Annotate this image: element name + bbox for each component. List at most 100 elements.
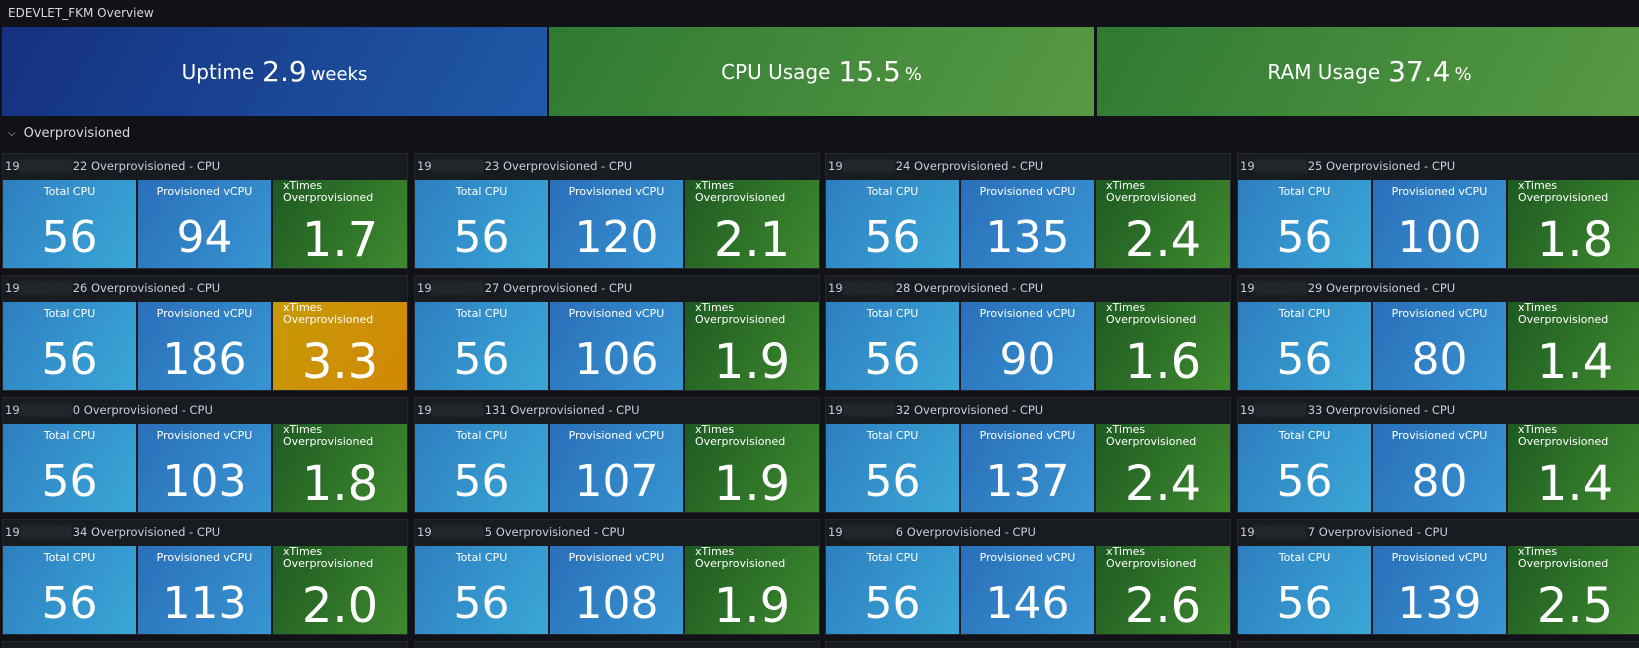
provisioned-vcpu-label: Provisioned vCPU	[979, 429, 1076, 442]
panel-title[interactable]: 19░░░░░░131 Overprovisioned - CPU	[417, 403, 640, 417]
xtimes-overprovisioned-stat[interactable]: xTimes Overprovisioned 2.4	[1096, 424, 1230, 512]
cpu-panel[interactable]: 19░░░░░░25 Overprovisioned - CPU Total C…	[1237, 153, 1639, 269]
total-cpu-stat[interactable]: Total CPU 56	[3, 546, 136, 634]
total-cpu-label: Total CPU	[1278, 551, 1331, 564]
cpu-panel[interactable]: 19░░░░░░131 Overprovisioned - CPU Total …	[414, 397, 820, 513]
cpu-panel[interactable]: 19░░░░░░24 Overprovisioned - CPU Total C…	[825, 153, 1231, 269]
provisioned-vcpu-stat[interactable]: Provisioned vCPU 135	[961, 180, 1094, 268]
provisioned-vcpu-stat[interactable]: Provisioned vCPU 113	[138, 546, 271, 634]
panel-title[interactable]: 19░░░░░░29 Overprovisioned - CPU	[1240, 281, 1455, 295]
uptime-label: Uptime	[181, 59, 255, 84]
provisioned-vcpu-stat[interactable]: Provisioned vCPU 108	[550, 546, 683, 634]
cpu-panel[interactable]: 19░░░░░░6 Overprovisioned - CPU Total CP…	[825, 519, 1231, 635]
xtimes-overprovisioned-stat[interactable]: xTimes Overprovisioned 2.6	[1096, 546, 1230, 634]
xtimes-overprovisioned-stat[interactable]: xTimes Overprovisioned 1.6	[1096, 302, 1230, 390]
provisioned-vcpu-stat[interactable]: Provisioned vCPU 80	[1373, 302, 1506, 390]
provisioned-vcpu-stat[interactable]: Provisioned vCPU 80	[1373, 424, 1506, 512]
cpu-panel[interactable]: 19░░░░░░28 Overprovisioned - CPU Total C…	[825, 275, 1231, 391]
redacted-text: ░░░░░░	[842, 525, 896, 539]
total-cpu-stat[interactable]: Total CPU 56	[1238, 180, 1371, 268]
panel-title[interactable]: 19░░░░░░5 Overprovisioned - CPU	[417, 525, 625, 539]
total-cpu-stat[interactable]: Total CPU 56	[3, 302, 136, 390]
xtimes-overprovisioned-stat[interactable]: xTimes Overprovisioned 1.4	[1508, 302, 1639, 390]
panel-title[interactable]: 19░░░░░░26 Overprovisioned - CPU	[5, 281, 220, 295]
cpu-panel[interactable]: 19░░░░░░33 Overprovisioned - CPU Total C…	[1237, 397, 1639, 513]
cpu-panel[interactable]: 19░░░░░░7 Overprovisioned - CPU Total CP…	[1237, 519, 1639, 635]
cpu-panel[interactable]: 19░░░░░░23 Overprovisioned - CPU Total C…	[414, 153, 820, 269]
total-cpu-stat[interactable]: Total CPU 56	[1238, 424, 1371, 512]
provisioned-vcpu-stat[interactable]: Provisioned vCPU 137	[961, 424, 1094, 512]
xtimes-overprovisioned-stat[interactable]: xTimes Overprovisioned 3.3	[273, 302, 407, 390]
total-cpu-stat[interactable]: Total CPU 56	[415, 302, 548, 390]
provisioned-vcpu-stat[interactable]: Provisioned vCPU 103	[138, 424, 271, 512]
panel-title-suffix: 33 Overprovisioned - CPU	[1307, 403, 1456, 417]
panel-title[interactable]: 19░░░░░░24 Overprovisioned - CPU	[828, 159, 1043, 173]
uptime-stat[interactable]: Uptime 2.9 weeks	[2, 27, 547, 116]
panel-title[interactable]: 19░░░░░░0 Overprovisioned - CPU	[5, 403, 213, 417]
xtimes-overprovisioned-stat[interactable]: xTimes Overprovisioned 1.7	[273, 180, 407, 268]
provisioned-vcpu-stat[interactable]: Provisioned vCPU 146	[961, 546, 1094, 634]
provisioned-vcpu-stat[interactable]: Provisioned vCPU 106	[550, 302, 683, 390]
total-cpu-stat[interactable]: Total CPU 56	[415, 424, 548, 512]
xtimes-overprovisioned-stat[interactable]: xTimes Overprovisioned 1.9	[685, 424, 819, 512]
xtimes-overprovisioned-stat[interactable]: xTimes Overprovisioned 2.1	[685, 180, 819, 268]
xtimes-overprovisioned-stat[interactable]: xTimes Overprovisioned 2.4	[1096, 180, 1230, 268]
redacted-text: ░░░░░░	[1254, 281, 1308, 295]
total-cpu-stat[interactable]: Total CPU 56	[415, 546, 548, 634]
xtimes-label: xTimes Overprovisioned	[1106, 423, 1197, 448]
total-cpu-stat[interactable]: Total CPU 56	[3, 424, 136, 512]
cpu-panel[interactable]: 19░░░░░░27 Overprovisioned - CPU Total C…	[414, 275, 820, 391]
xtimes-overprovisioned-stat[interactable]: xTimes Overprovisioned 2.5	[1508, 546, 1639, 634]
provisioned-vcpu-stat[interactable]: Provisioned vCPU 186	[138, 302, 271, 390]
total-cpu-stat[interactable]: Total CPU 56	[1238, 302, 1371, 390]
xtimes-overprovisioned-stat[interactable]: xTimes Overprovisioned 1.8	[273, 424, 407, 512]
panel-title-prefix: 19	[1240, 525, 1255, 539]
xtimes-overprovisioned-stat[interactable]: xTimes Overprovisioned 1.9	[685, 546, 819, 634]
xtimes-value: 3.3	[301, 334, 379, 390]
provisioned-vcpu-stat[interactable]: Provisioned vCPU 94	[138, 180, 271, 268]
total-cpu-label: Total CPU	[866, 185, 919, 198]
xtimes-label: xTimes Overprovisioned	[695, 179, 786, 204]
row-overprovisioned[interactable]: ⌵ Overprovisioned	[8, 126, 130, 141]
cpu-panel[interactable]: 19░░░░░░0 Overprovisioned - CPU Total CP…	[2, 397, 408, 513]
cpu-panel[interactable]: 19░░░░░░26 Overprovisioned - CPU Total C…	[2, 275, 408, 391]
provisioned-vcpu-stat[interactable]: Provisioned vCPU 90	[961, 302, 1094, 390]
xtimes-label: xTimes Overprovisioned	[1518, 423, 1609, 448]
panel-title[interactable]: 19░░░░░░7 Overprovisioned - CPU	[1240, 525, 1448, 539]
provisioned-vcpu-stat[interactable]: Provisioned vCPU 107	[550, 424, 683, 512]
panel-title[interactable]: 19░░░░░░27 Overprovisioned - CPU	[417, 281, 632, 295]
panel-title-prefix: 19	[417, 281, 432, 295]
cpu-panel[interactable]: 19░░░░░░32 Overprovisioned - CPU Total C…	[825, 397, 1231, 513]
redacted-text: ░░░░░░	[431, 525, 485, 539]
xtimes-overprovisioned-stat[interactable]: xTimes Overprovisioned 1.8	[1508, 180, 1639, 268]
panel-title[interactable]: 19░░░░░░6 Overprovisioned - CPU	[828, 525, 1036, 539]
ram-usage-stat[interactable]: RAM Usage 37.4 %	[1097, 27, 1639, 116]
panel-title[interactable]: 19░░░░░░23 Overprovisioned - CPU	[417, 159, 632, 173]
panel-title[interactable]: 19░░░░░░28 Overprovisioned - CPU	[828, 281, 1043, 295]
provisioned-vcpu-stat[interactable]: Provisioned vCPU 100	[1373, 180, 1506, 268]
provisioned-vcpu-stat[interactable]: Provisioned vCPU 120	[550, 180, 683, 268]
total-cpu-stat[interactable]: Total CPU 56	[826, 302, 959, 390]
total-cpu-label: Total CPU	[1278, 185, 1331, 198]
cpu-panel[interactable]: 19░░░░░░29 Overprovisioned - CPU Total C…	[1237, 275, 1639, 391]
total-cpu-stat[interactable]: Total CPU 56	[826, 424, 959, 512]
total-cpu-stat[interactable]: Total CPU 56	[1238, 546, 1371, 634]
xtimes-overprovisioned-stat[interactable]: xTimes Overprovisioned 2.0	[273, 546, 407, 634]
xtimes-overprovisioned-stat[interactable]: xTimes Overprovisioned 1.4	[1508, 424, 1639, 512]
total-cpu-stat[interactable]: Total CPU 56	[826, 180, 959, 268]
xtimes-overprovisioned-stat[interactable]: xTimes Overprovisioned 1.9	[685, 302, 819, 390]
panel-title[interactable]: 19░░░░░░32 Overprovisioned - CPU	[828, 403, 1043, 417]
cpu-panel[interactable]: 19░░░░░░5 Overprovisioned - CPU Total CP…	[414, 519, 820, 635]
xtimes-label: xTimes Overprovisioned	[283, 179, 374, 204]
panel-title[interactable]: 19░░░░░░22 Overprovisioned - CPU	[5, 159, 220, 173]
provisioned-vcpu-stat[interactable]: Provisioned vCPU 139	[1373, 546, 1506, 634]
panel-title[interactable]: 19░░░░░░33 Overprovisioned - CPU	[1240, 403, 1455, 417]
cpu-panel[interactable]: 19░░░░░░22 Overprovisioned - CPU Total C…	[2, 153, 408, 269]
cpu-usage-stat[interactable]: CPU Usage 15.5 %	[549, 27, 1094, 116]
cpu-panel[interactable]: 19░░░░░░34 Overprovisioned - CPU Total C…	[2, 519, 408, 635]
panel-title[interactable]: 19░░░░░░25 Overprovisioned - CPU	[1240, 159, 1455, 173]
panel-title[interactable]: 19░░░░░░34 Overprovisioned - CPU	[5, 525, 220, 539]
total-cpu-stat[interactable]: Total CPU 56	[3, 180, 136, 268]
total-cpu-stat[interactable]: Total CPU 56	[826, 546, 959, 634]
total-cpu-stat[interactable]: Total CPU 56	[415, 180, 548, 268]
